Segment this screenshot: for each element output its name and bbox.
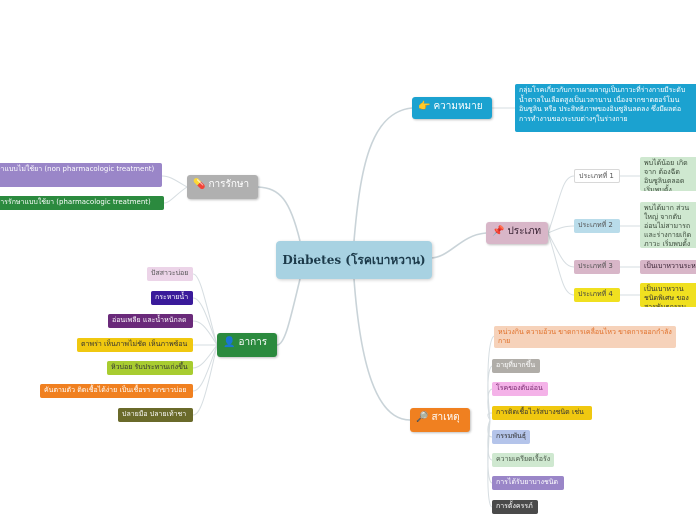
symptom-item-3[interactable]: อ่อนเพลีย และน้ำหนักลด [108,314,193,328]
cause-item-8[interactable]: การตั้งครรภ์ [492,500,538,514]
type-1-label[interactable]: ประเภทที่ 1 [574,169,620,183]
cause-item-5[interactable]: กรรมพันธุ์ [492,430,530,444]
cause-item-2[interactable]: อายุที่มากขึ้น [492,359,540,373]
person-icon: 👤 [223,337,236,348]
symptom-item-1[interactable]: ปัสสาวะบ่อย [147,267,193,281]
symptoms-title: อาการ [238,337,268,348]
magnifier-icon: 🔎 [416,412,429,423]
treatment-node[interactable]: 💊 การรักษา [187,175,258,199]
pin-icon: 📌 [492,226,505,237]
symptoms-node[interactable]: 👤 อาการ [217,333,277,357]
cause-item-3[interactable]: โรคของตับอ่อน [492,382,548,396]
pointing-hand-icon: 👉 [418,101,431,112]
central-topic[interactable]: Diabetes (โรคเบาหวาน) [276,241,432,279]
symptom-item-4[interactable]: ตาพร่า เห็นภาพไม่ชัด เห็นภาพซ้อน [77,338,193,352]
types-title: ประเภท [507,226,542,237]
type-3-desc: เป็นเบาหวานระหว่าง [640,260,696,274]
type-4-label[interactable]: ประเภทที่ 4 [574,288,620,302]
symptom-item-5[interactable]: หิวบ่อย รับประทานเก่งขึ้น [107,361,193,375]
type-2-label[interactable]: ประเภทที่ 2 [574,219,620,233]
treatment-title: การรักษา [208,179,250,190]
type-3-label[interactable]: ประเภทที่ 3 [574,260,620,274]
symptom-item-2[interactable]: กระหายน้ำ [151,291,193,305]
cause-item-4[interactable]: การติดเชื้อไวรัสบางชนิด เช่น [492,406,592,420]
type-1-desc: พบได้น้อย เกิดจาก ต้องฉีดอินซูลินตลอด เร… [640,157,696,191]
cause-item-7[interactable]: การได้รับยาบางชนิด [492,476,564,490]
cause-item-6[interactable]: ความเครียดเรื้อรัง [492,453,554,467]
cause-title: สาเหตุ [431,412,460,423]
symptom-item-7[interactable]: ปลายมือ ปลายเท้าชา [118,408,193,422]
cause-node[interactable]: 🔎 สาเหตุ [410,408,470,432]
type-2-desc: พบได้มาก ส่วนใหญ่ จากตับอ่อนไม่สามารถ แล… [640,202,696,248]
definition-text: กลุ่มโรคเกี่ยวกับการเผาผลาญเป็นภาวะที่ร่… [515,84,696,132]
cause-item-1[interactable]: หน่วงกิน ความอ้วน ขาดการเคลื่อนไหว ขาดกา… [494,326,676,348]
treatment-item-2[interactable]: การรักษาแบบใช้ยา (pharmacologic treatmen… [0,196,164,210]
symptom-item-6[interactable]: คันตามตัว ติดเชื้อได้ง่าย เป็นเชื้อรา ตก… [40,384,193,398]
type-4-desc: เป็นเบาหวานชนิดพิเศษ ของสารพันธุกรรม [640,283,696,307]
definition-title: ความหมาย [433,101,483,112]
types-node[interactable]: 📌 ประเภท [486,222,548,244]
treatment-item-1[interactable]: การรักษาแบบไม่ใช้ยา (non pharmacologic t… [0,163,162,187]
definition-node[interactable]: 👉 ความหมาย [412,97,492,119]
pill-icon: 💊 [193,179,206,190]
